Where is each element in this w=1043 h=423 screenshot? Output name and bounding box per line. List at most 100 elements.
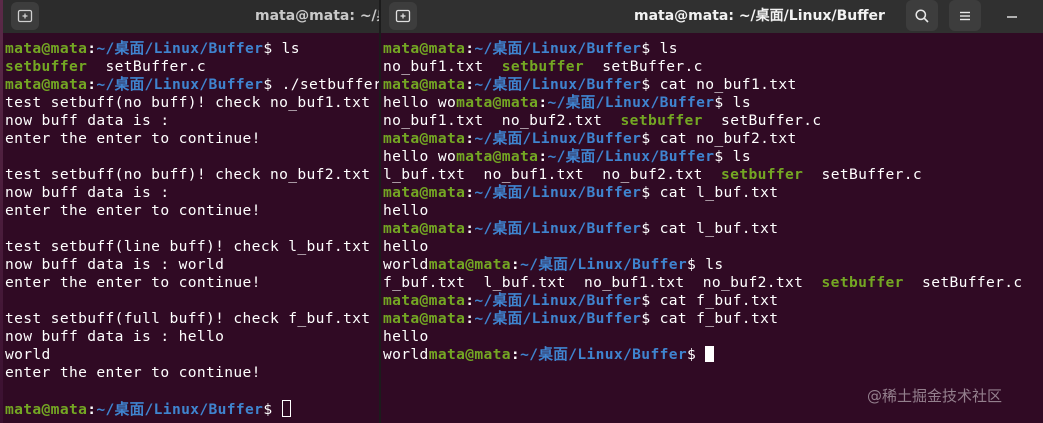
terminal-line: mata@mata:~/桌面/Linux/Buffer$ bbox=[5, 400, 379, 418]
terminal-line: mata@mata:~/桌面/Linux/Buffer$ cat no_buf1… bbox=[383, 76, 1023, 94]
terminal-window-left[interactable]: mata@mata: ~/桌面 mata@mata:~/桌面/Linux/Buf… bbox=[3, 0, 381, 423]
terminal-cursor bbox=[281, 400, 291, 417]
prompt-colon: : bbox=[465, 130, 475, 147]
terminal-line: mata@mata:~/桌面/Linux/Buffer$ cat no_buf2… bbox=[383, 130, 1023, 148]
terminal-line: world bbox=[5, 346, 379, 364]
terminal-text: $ cat f_buf.txt bbox=[641, 310, 779, 327]
terminal-text: $ ls bbox=[714, 94, 751, 111]
terminal-text: test setbuff(full buff)! check f_buf.txt bbox=[5, 310, 371, 327]
terminal-text: setBuffer.c bbox=[702, 112, 822, 129]
prompt-user-host: mata@mata bbox=[5, 40, 88, 57]
terminal-line: mata@mata:~/桌面/Linux/Buffer$ ls bbox=[5, 40, 379, 58]
terminal-text: test setbuff(no buff)! check no_buf1.txt bbox=[5, 94, 371, 111]
prompt-user-host: mata@mata bbox=[383, 76, 466, 93]
prompt-path: ~/桌面/Linux/Buffer bbox=[96, 76, 264, 93]
prompt-user-host: mata@mata bbox=[428, 346, 511, 363]
prompt-user-host: mata@mata bbox=[456, 148, 539, 165]
minimize-button[interactable] bbox=[996, 0, 1028, 31]
terminal-line: mata@mata:~/桌面/Linux/Buffer$ cat f_buf.t… bbox=[383, 292, 1023, 310]
window-title: mata@mata: ~/桌面 bbox=[255, 8, 379, 24]
terminal-text: $ ls bbox=[714, 148, 751, 165]
terminal-text: $ cat no_buf2.txt bbox=[641, 130, 797, 147]
prompt-colon: : bbox=[87, 76, 97, 93]
prompt-colon: : bbox=[510, 256, 521, 273]
prompt-user-host: mata@mata bbox=[383, 292, 466, 309]
terminal-line: l_buf.txt no_buf1.txt no_buf2.txt setbuf… bbox=[383, 166, 1023, 184]
new-tab-button[interactable] bbox=[389, 2, 417, 30]
terminal-text: $ cat l_buf.txt bbox=[641, 220, 779, 237]
prompt-colon: : bbox=[87, 40, 97, 57]
terminal-text: $ bbox=[687, 346, 706, 363]
terminal-line: hello bbox=[383, 328, 1023, 346]
prompt-user-host: mata@mata bbox=[383, 130, 466, 147]
executable-name: setbuffer bbox=[821, 274, 904, 291]
terminal-cursor bbox=[705, 346, 715, 362]
terminal-line: setbuffer setBuffer.c bbox=[5, 58, 379, 76]
terminal-line: test setbuff(full buff)! check f_buf.txt bbox=[5, 310, 379, 328]
prompt-user-host: mata@mata bbox=[383, 40, 466, 57]
terminal-line: hello bbox=[383, 238, 1023, 256]
prompt-path: ~/桌面/Linux/Buffer bbox=[96, 40, 264, 57]
terminal-line: enter the enter to continue! bbox=[5, 202, 379, 220]
terminal-text: hello bbox=[383, 328, 429, 345]
terminal-text: test setbuff(line buff)! check l_buf.txt bbox=[5, 238, 371, 255]
terminal-line: mata@mata:~/桌面/Linux/Buffer$ cat l_buf.t… bbox=[383, 184, 1023, 202]
prompt-path: ~/桌面/Linux/Buffer bbox=[474, 310, 642, 327]
terminal-text: setBuffer.c bbox=[87, 58, 207, 75]
prompt-colon: : bbox=[87, 401, 97, 418]
terminal-line: now buff data is : bbox=[5, 112, 379, 130]
executable-name: setbuffer bbox=[5, 58, 88, 75]
terminal-window-right[interactable]: mata@mata: ~/桌面/Linux/Buffer mata@mata:~… bbox=[381, 0, 1043, 423]
prompt-user-host: mata@mata bbox=[5, 401, 88, 418]
prompt-path: ~/桌面/Linux/Buffer bbox=[520, 346, 687, 363]
terminal-text: now buff data is : bbox=[5, 184, 170, 201]
terminal-output[interactable]: mata@mata:~/桌面/Linux/Buffer$ ls no_buf1.t… bbox=[383, 40, 1023, 364]
prompt-colon: : bbox=[465, 76, 475, 93]
menu-button[interactable] bbox=[949, 0, 981, 31]
terminal-text: $ ./setbuffer bbox=[263, 76, 381, 93]
terminal-text: $ ls bbox=[641, 40, 678, 57]
prompt-colon: : bbox=[465, 220, 475, 237]
prompt-colon: : bbox=[465, 292, 475, 309]
terminal-output[interactable]: mata@mata:~/桌面/Linux/Buffer$ ls setbuffer… bbox=[5, 40, 381, 418]
terminal-line: test setbuff(line buff)! check l_buf.txt bbox=[5, 238, 379, 256]
search-button[interactable] bbox=[906, 0, 938, 31]
terminal-text: hello bbox=[383, 202, 429, 219]
terminal-text: hello wo bbox=[383, 148, 457, 165]
terminal-text: hello bbox=[383, 238, 429, 255]
prompt-path: ~/桌面/Linux/Buffer bbox=[474, 220, 642, 237]
terminal-text: no_buf1.txt bbox=[383, 58, 502, 75]
terminal-text: setBuffer.c bbox=[803, 166, 923, 183]
terminal-line: mata@mata:~/桌面/Linux/Buffer$ cat f_buf.t… bbox=[383, 310, 1023, 328]
prompt-user-host: mata@mata bbox=[428, 256, 511, 273]
terminal-line: hello womata@mata:~/桌面/Linux/Buffer$ ls bbox=[383, 94, 1023, 112]
prompt-user-host: mata@mata bbox=[383, 310, 466, 327]
prompt-path: ~/桌面/Linux/Buffer bbox=[96, 401, 264, 418]
terminal-line: no_buf1.txt setbuffer setBuffer.c bbox=[383, 58, 1023, 76]
terminal-text: enter the enter to continue! bbox=[5, 274, 261, 291]
terminal-text: enter the enter to continue! bbox=[5, 364, 261, 381]
terminal-text: l_buf.txt no_buf1.txt no_buf2.txt bbox=[383, 166, 722, 183]
left-titlebar: mata@mata: ~/桌面 bbox=[3, 0, 379, 33]
prompt-path: ~/桌面/Linux/Buffer bbox=[547, 94, 715, 111]
prompt-user-host: mata@mata bbox=[456, 94, 539, 111]
executable-name: setbuffer bbox=[620, 112, 703, 129]
prompt-path: ~/桌面/Linux/Buffer bbox=[547, 148, 715, 165]
new-tab-icon bbox=[17, 9, 33, 23]
terminal-text: now buff data is : hello bbox=[5, 328, 225, 345]
terminal-text: enter the enter to continue! bbox=[5, 130, 261, 147]
terminal-line: test setbuff(no buff)! check no_buf1.txt bbox=[5, 94, 379, 112]
prompt-colon: : bbox=[465, 184, 475, 201]
prompt-colon: : bbox=[465, 310, 475, 327]
terminal-line: now buff data is : hello bbox=[5, 328, 379, 346]
terminal-line: now buff data is : world bbox=[5, 256, 379, 274]
new-tab-icon bbox=[395, 9, 411, 23]
new-tab-button[interactable] bbox=[11, 2, 39, 30]
prompt-path: ~/桌面/Linux/Buffer bbox=[474, 184, 642, 201]
terminal-line: test setbuff(no buff)! check no_buf2.txt bbox=[5, 166, 379, 184]
terminal-text: no_buf1.txt no_buf2.txt bbox=[383, 112, 621, 129]
prompt-user-host: mata@mata bbox=[383, 220, 466, 237]
